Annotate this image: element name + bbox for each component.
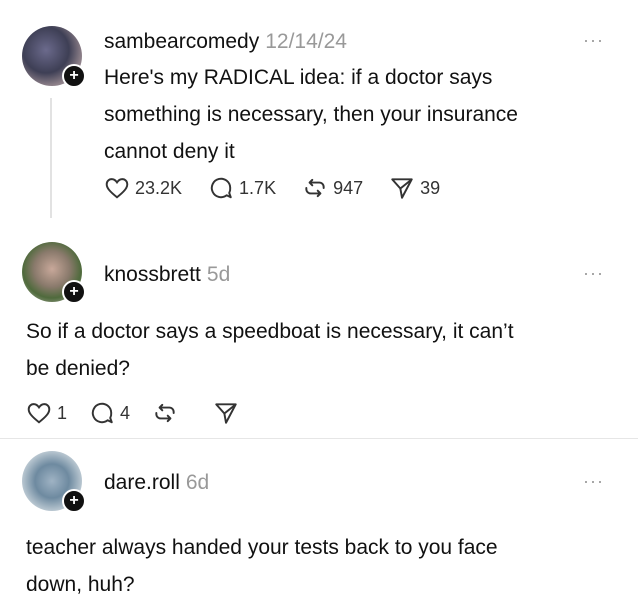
avatar[interactable]: + — [22, 26, 86, 88]
follow-plus-icon[interactable]: + — [62, 64, 86, 88]
more-options-icon[interactable]: ··· — [583, 471, 604, 492]
post-text: teacher always handed your tests back to… — [26, 529, 498, 603]
post-text-line: teacher always handed your tests back to… — [26, 536, 498, 559]
post-text-line: cannot deny it — [104, 140, 235, 163]
avatar[interactable]: + — [22, 451, 86, 513]
post-sambearcomedy: + sambearcomedy 12/14/24 ··· Here's my RA… — [0, 0, 638, 230]
post-text-line: be denied? — [26, 357, 130, 380]
timestamp: 5d — [206, 263, 231, 286]
send-icon — [215, 403, 237, 424]
like-button[interactable]: 23.2K — [104, 175, 182, 201]
repost-button[interactable]: 947 — [302, 175, 363, 201]
follow-plus-icon[interactable]: + — [62, 489, 86, 513]
reply-count: 1.7K — [239, 177, 277, 198]
share-button[interactable] — [213, 400, 244, 426]
share-count: 39 — [420, 177, 441, 198]
follow-plus-icon[interactable]: + — [62, 280, 86, 304]
send-icon — [391, 178, 413, 199]
heart-icon — [105, 178, 129, 199]
post-text-line: down, huh? — [26, 573, 135, 596]
post-text: Here's my RADICAL idea: if a doctor says… — [104, 59, 518, 170]
repost-button[interactable] — [152, 400, 183, 426]
username[interactable]: dare.roll — [104, 471, 180, 494]
post-dare-roll: + dare.roll 6d ··· teacher always handed … — [0, 439, 638, 600]
reply-count: 4 — [120, 402, 131, 423]
post-text: So if a doctor says a speedboat is neces… — [26, 313, 514, 387]
repost-icon — [155, 403, 175, 423]
avatar[interactable]: + — [22, 242, 86, 304]
post-text-line: something is necessary, then your insura… — [104, 103, 518, 126]
reply-button[interactable]: 4 — [89, 400, 130, 426]
heart-icon — [27, 403, 51, 424]
thread-line — [50, 98, 52, 218]
comment-icon — [210, 177, 232, 199]
post-text-line: So if a doctor says a speedboat is neces… — [26, 320, 514, 343]
action-bar: 1 4 — [26, 400, 270, 426]
comment-icon — [91, 402, 113, 424]
more-options-icon[interactable]: ··· — [583, 30, 604, 51]
more-options-icon[interactable]: ··· — [583, 263, 604, 284]
like-count: 23.2K — [135, 177, 183, 198]
share-button[interactable]: 39 — [389, 175, 440, 201]
username[interactable]: sambearcomedy — [104, 30, 259, 53]
timestamp: 6d — [185, 471, 210, 494]
like-button[interactable]: 1 — [26, 400, 67, 426]
post-knossbrett: + knossbrett 5d ··· So if a doctor says a… — [0, 230, 638, 438]
username[interactable]: knossbrett — [104, 263, 201, 286]
post-text-line: Here's my RADICAL idea: if a doctor says — [104, 66, 493, 89]
repost-icon — [305, 178, 325, 198]
reply-button[interactable]: 1.7K — [208, 175, 276, 201]
timestamp: 12/14/24 — [265, 30, 347, 53]
repost-count: 947 — [333, 177, 364, 198]
action-bar: 23.2K 1.7K 947 39 — [104, 175, 466, 201]
like-count: 1 — [57, 402, 68, 423]
